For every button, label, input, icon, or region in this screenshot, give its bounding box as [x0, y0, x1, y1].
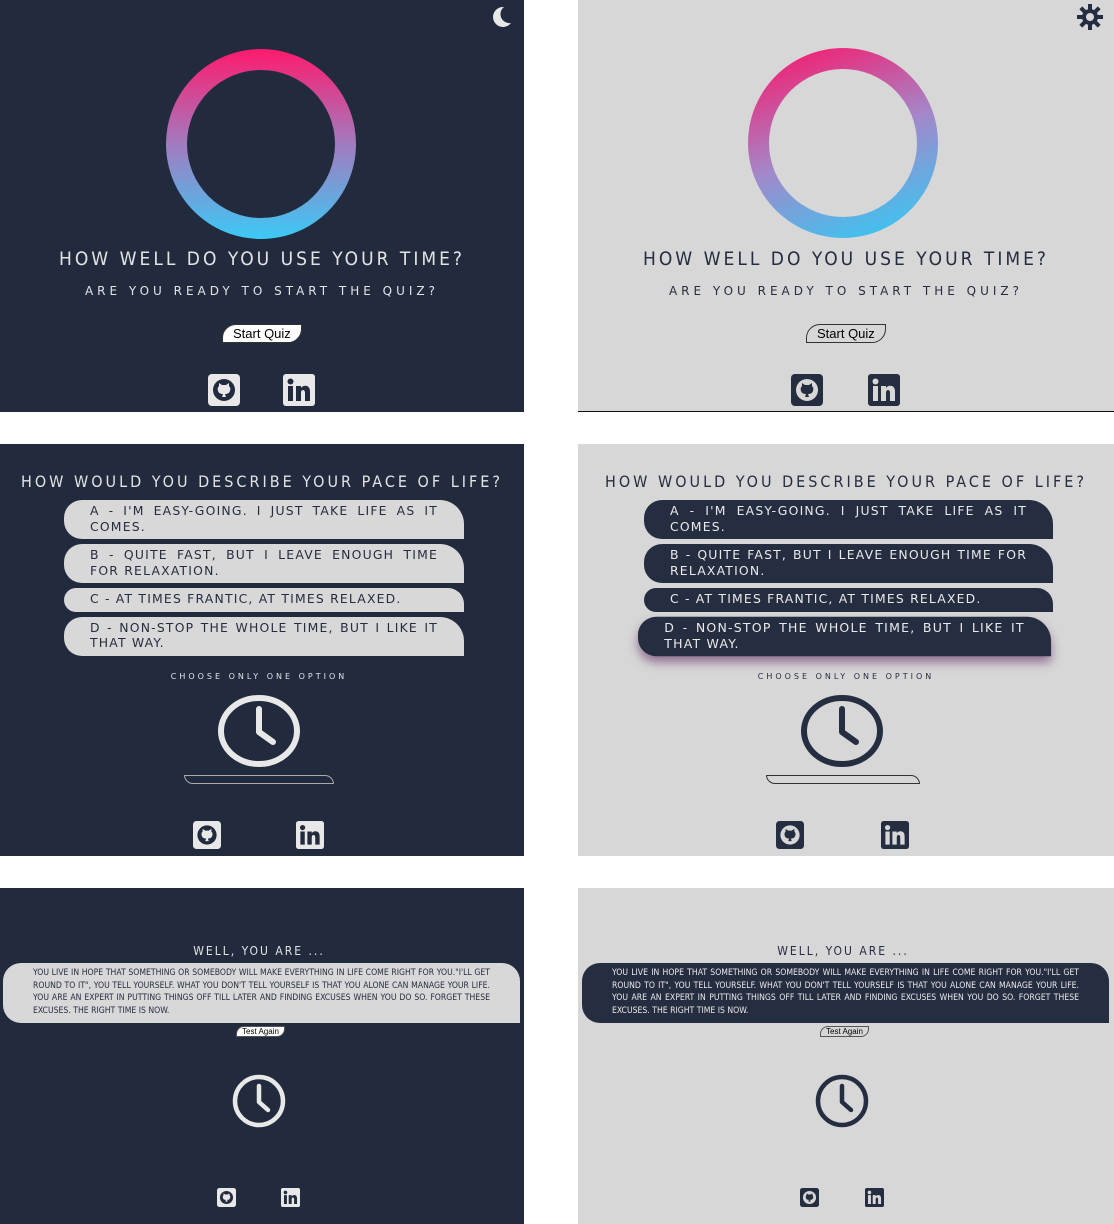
test-again-button[interactable]: Test Again [236, 1026, 285, 1037]
question-title: HOW WOULD YOU DESCRIBE YOUR PACE OF LIFE… [605, 472, 1087, 491]
page-title: HOW WELL DO YOU USE YOUR TIME? [642, 248, 1049, 270]
linkedin-icon[interactable] [865, 1188, 884, 1207]
question-title: HOW WOULD YOU DESCRIBE YOUR PACE OF LIFE… [21, 472, 503, 491]
timer-progress-bar [766, 775, 920, 784]
github-icon[interactable] [800, 1188, 819, 1207]
option-b[interactable]: B - QUITE FAST, BUT I LEAVE ENOUGH TIME … [64, 544, 464, 583]
linkedin-icon[interactable] [281, 1188, 300, 1207]
start-quiz-button[interactable]: Start Quiz [222, 324, 302, 343]
question-screen-dark: HOW WOULD YOU DESCRIBE YOUR PACE OF LIFE… [0, 444, 524, 856]
page-subtitle: ARE YOU READY TO START THE QUIZ? [84, 284, 440, 298]
page-subtitle: ARE YOU READY TO START THE QUIZ? [668, 284, 1024, 298]
clock-icon [801, 695, 883, 767]
start-screen-light: HOW WELL DO YOU USE YOUR TIME? ARE YOU R… [578, 0, 1114, 412]
option-a[interactable]: A - I'M EASY-GOING. I JUST TAKE LIFE AS … [644, 500, 1053, 539]
option-c[interactable]: C - AT TIMES FRANTIC, AT TIMES RELAXED. [644, 588, 1053, 612]
option-d[interactable]: D - NON-STOP THE WHOLE TIME, BUT I LIKE … [64, 616, 464, 656]
question-screen-light: HOW WOULD YOU DESCRIBE YOUR PACE OF LIFE… [578, 444, 1114, 856]
option-d[interactable]: D - NON-STOP THE WHOLE TIME, BUT I LIKE … [637, 616, 1052, 656]
timer-progress-bar [184, 775, 334, 784]
moon-icon[interactable] [488, 4, 514, 30]
result-text: YOU LIVE IN HOPE THAT SOMETHING OR SOMEB… [3, 963, 520, 1023]
github-icon[interactable] [193, 821, 221, 849]
result-title: WELL, YOU ARE ... [777, 944, 909, 958]
github-icon[interactable] [208, 374, 240, 406]
result-text: YOU LIVE IN HOPE THAT SOMETHING OR SOMEB… [582, 963, 1109, 1023]
test-again-button[interactable]: Test Again [820, 1026, 869, 1037]
page-title: HOW WELL DO YOU USE YOUR TIME? [58, 248, 465, 270]
choose-hint: CHOOSE ONLY ONE OPTION [170, 672, 348, 681]
sun-icon[interactable] [1076, 3, 1104, 31]
linkedin-icon[interactable] [868, 374, 900, 406]
clock-icon [815, 1074, 869, 1128]
github-icon[interactable] [791, 374, 823, 406]
loading-ring [748, 48, 938, 238]
options-list: A - I'M EASY-GOING. I JUST TAKE LIFE AS … [64, 500, 464, 661]
loading-ring [166, 49, 356, 239]
linkedin-icon[interactable] [296, 821, 324, 849]
options-list: A - I'M EASY-GOING. I JUST TAKE LIFE AS … [637, 500, 1053, 661]
option-c[interactable]: C - AT TIMES FRANTIC, AT TIMES RELAXED. [64, 588, 464, 612]
clock-icon [232, 1074, 286, 1128]
result-screen-dark: WELL, YOU ARE ... YOU LIVE IN HOPE THAT … [0, 888, 524, 1224]
linkedin-icon[interactable] [283, 374, 315, 406]
option-b[interactable]: B - QUITE FAST, BUT I LEAVE ENOUGH TIME … [644, 544, 1053, 583]
option-a[interactable]: A - I'M EASY-GOING. I JUST TAKE LIFE AS … [64, 500, 464, 539]
clock-icon [218, 695, 300, 767]
github-icon[interactable] [217, 1188, 236, 1207]
result-title: WELL, YOU ARE ... [193, 944, 325, 958]
start-screen-dark: HOW WELL DO YOU USE YOUR TIME? ARE YOU R… [0, 0, 524, 412]
github-icon[interactable] [776, 821, 804, 849]
start-quiz-button[interactable]: Start Quiz [806, 324, 886, 343]
linkedin-icon[interactable] [881, 821, 909, 849]
result-screen-light: WELL, YOU ARE ... YOU LIVE IN HOPE THAT … [578, 888, 1114, 1224]
choose-hint: CHOOSE ONLY ONE OPTION [757, 672, 935, 681]
